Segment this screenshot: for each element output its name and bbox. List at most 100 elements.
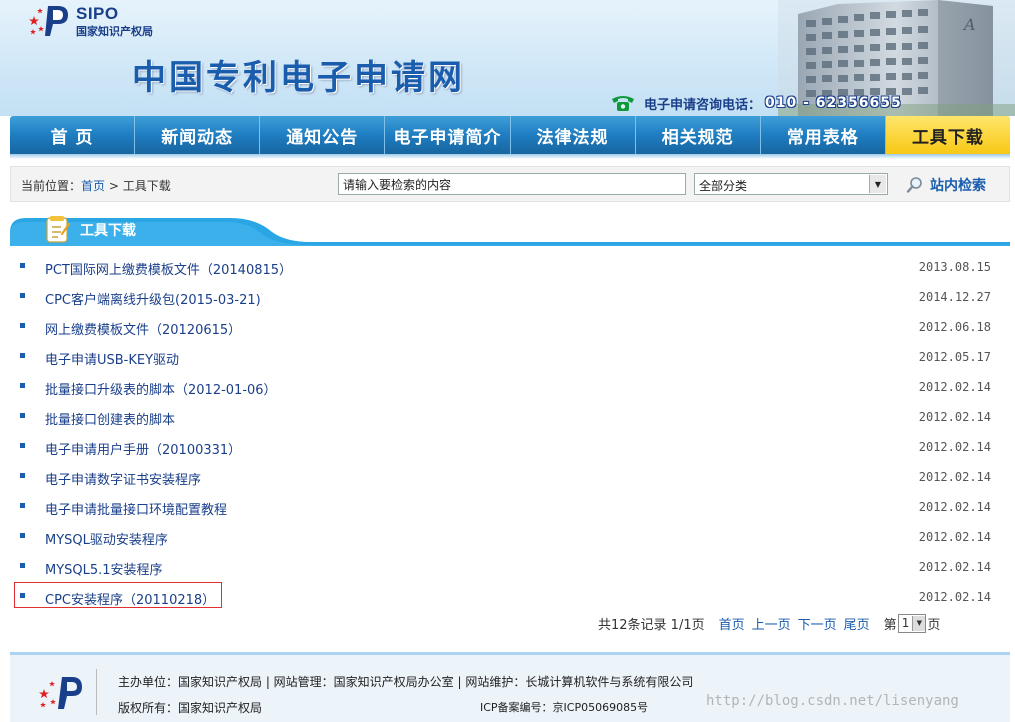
- nav-item-tools[interactable]: 工具下载: [885, 116, 1010, 154]
- list-item: PCT国际网上缴费模板文件（20140815） 2013.08.15: [10, 252, 1010, 282]
- pagination-prev[interactable]: 上一页: [752, 614, 791, 633]
- list-item: CPC客户端离线升级包(2015-03-21) 2014.12.27: [10, 282, 1010, 312]
- page-number-select[interactable]: 1 ▼: [897, 613, 927, 633]
- download-link[interactable]: MYSQL驱动安装程序: [45, 529, 168, 548]
- pagination-summary: 共12条记录 1/1页: [598, 617, 705, 633]
- download-date: 2012.02.14: [918, 470, 991, 484]
- download-date: 2012.02.14: [918, 500, 991, 514]
- download-date: 2012.06.18: [918, 320, 991, 334]
- site-footer: 主办单位：国家知识产权局 | 网站管理：国家知识产权局办公室 | 网站维护：长城…: [10, 652, 1010, 722]
- nav-item-news[interactable]: 新闻动态: [135, 116, 261, 154]
- breadcrumb-current: 工具下载: [122, 179, 171, 193]
- download-link[interactable]: 批量接口升级表的脚本（2012-01-06）: [45, 379, 277, 398]
- download-list: PCT国际网上缴费模板文件（20140815） 2013.08.15 CPC客户端…: [10, 252, 1010, 612]
- download-link[interactable]: 电子申请USB-KEY驱动: [45, 349, 179, 368]
- selection-highlight-box: [14, 582, 222, 608]
- download-link[interactable]: 批量接口创建表的脚本: [45, 409, 175, 428]
- download-date: 2012.02.14: [918, 590, 991, 604]
- category-select-value: 全部分类: [699, 179, 748, 193]
- bullet-icon: [20, 353, 25, 358]
- sipo-logo[interactable]: SIPO 国家知识产权局: [28, 2, 168, 40]
- nav-item-notices[interactable]: 通知公告: [260, 116, 386, 154]
- list-item: MYSQL驱动安装程序 2012.02.14: [10, 522, 1010, 552]
- page-number-value: 1: [901, 616, 910, 630]
- pagination-first[interactable]: 首页: [719, 614, 745, 633]
- footer-logo-icon: [39, 677, 82, 709]
- download-date: 2012.02.14: [918, 560, 991, 574]
- svg-text:A: A: [962, 15, 976, 34]
- footer-copyright: 版权所有：国家知识产权局: [118, 701, 263, 715]
- blog-watermark: http://blog.csdn.net/lisenyang: [706, 693, 959, 709]
- download-date: 2014.12.27: [918, 290, 991, 304]
- logo-text: SIPO: [76, 4, 119, 23]
- bullet-icon: [20, 443, 25, 448]
- bullet-icon: [20, 563, 25, 568]
- download-link[interactable]: 网上缴费模板文件（20120615）: [45, 319, 241, 338]
- chevron-down-icon[interactable]: ▼: [912, 615, 926, 631]
- footer-organizers: 主办单位：国家知识产权局 | 网站管理：国家知识产权局办公室 | 网站维护：长城…: [118, 675, 694, 689]
- site-search-label: 站内检索: [930, 178, 986, 194]
- download-link[interactable]: MYSQL5.1安装程序: [45, 559, 163, 578]
- pagination-page-suffix: 页: [927, 617, 941, 633]
- list-item: 电子申请数字证书安装程序 2012.02.14: [10, 462, 1010, 492]
- category-select[interactable]: 全部分类 ▼: [694, 173, 888, 195]
- list-item: 电子申请批量接口环境配置教程 2012.02.14: [10, 492, 1010, 522]
- list-item: MYSQL5.1安装程序 2012.02.14: [10, 552, 1010, 582]
- download-date: 2012.02.14: [918, 380, 991, 394]
- breadcrumb: 当前位置：首页 > 工具下载: [21, 177, 171, 194]
- notepad-icon: [46, 216, 71, 243]
- list-item: 批量接口创建表的脚本 2012.02.14: [10, 402, 1010, 432]
- breadcrumb-separator: >: [108, 179, 119, 193]
- site-header: SIPO 国家知识产权局 中国专利电子申请网 A 电子申请咨询电话： 010 -…: [0, 0, 1015, 116]
- bullet-icon: [20, 473, 25, 478]
- logo-emblem-icon: [29, 6, 68, 36]
- nav-shadow: [10, 154, 1010, 159]
- logo-subtitle: 国家知识产权局: [76, 25, 153, 38]
- download-link[interactable]: 电子申请数字证书安装程序: [45, 469, 201, 488]
- list-item: 电子申请用户手册（20100331） 2012.02.14: [10, 432, 1010, 462]
- bullet-icon: [20, 263, 25, 268]
- pagination: 共12条记录 1/1页 首页 上一页 下一页 尾页 第 1 ▼ 页: [598, 613, 940, 633]
- download-link[interactable]: 电子申请批量接口环境配置教程: [45, 499, 227, 518]
- download-date: 2012.02.14: [918, 440, 991, 454]
- nav-item-specs[interactable]: 相关规范: [636, 116, 761, 154]
- download-link[interactable]: PCT国际网上缴费模板文件（20140815）: [45, 259, 292, 278]
- bullet-icon: [20, 503, 25, 508]
- section-header: 工具下载: [10, 212, 1010, 246]
- hotline: 电子申请咨询电话： 010 - 62356655: [610, 93, 902, 113]
- nav-item-home[interactable]: 首 页: [10, 116, 136, 154]
- section-header-tab: [10, 218, 1010, 246]
- bullet-icon: [20, 383, 25, 388]
- site-title: 中国专利电子申请网: [132, 58, 465, 98]
- section-title: 工具下载: [80, 223, 136, 239]
- hotline-number: 010 - 62356655: [765, 95, 902, 111]
- site-search-button[interactable]: 站内检索: [906, 175, 986, 195]
- pagination-next[interactable]: 下一页: [798, 614, 837, 633]
- chevron-down-icon[interactable]: ▼: [869, 175, 886, 193]
- search-input[interactable]: [338, 173, 686, 195]
- bullet-icon: [20, 533, 25, 538]
- main-nav: 首 页 新闻动态 通知公告 电子申请简介 法律法规 相关规范 常用表格 工具下载: [10, 116, 1010, 154]
- download-link[interactable]: 电子申请用户手册（20100331）: [45, 439, 241, 458]
- breadcrumb-home-link[interactable]: 首页: [81, 179, 105, 193]
- nav-item-intro[interactable]: 电子申请简介: [385, 116, 511, 154]
- breadcrumb-prefix: 当前位置：: [21, 179, 82, 193]
- pagination-last[interactable]: 尾页: [844, 614, 870, 633]
- bullet-icon: [20, 293, 25, 298]
- download-date: 2012.02.14: [918, 410, 991, 424]
- download-date: 2012.02.14: [918, 530, 991, 544]
- hotline-label: 电子申请咨询电话：: [644, 97, 762, 113]
- list-item: 批量接口升级表的脚本（2012-01-06） 2012.02.14: [10, 372, 1010, 402]
- pagination-page-prefix: 第: [883, 617, 897, 633]
- search-bar: 当前位置：首页 > 工具下载 全部分类 ▼ 站内检索: [10, 166, 1010, 202]
- download-link[interactable]: CPC客户端离线升级包(2015-03-21): [45, 289, 261, 308]
- nav-item-laws[interactable]: 法律法规: [511, 116, 636, 154]
- bullet-icon: [20, 413, 25, 418]
- footer-divider: [96, 669, 97, 715]
- nav-item-forms[interactable]: 常用表格: [761, 116, 886, 154]
- bullet-icon: [20, 323, 25, 328]
- phone-icon: [612, 96, 634, 111]
- list-item: 电子申请USB-KEY驱动 2012.05.17: [10, 342, 1010, 372]
- search-icon: [906, 177, 922, 193]
- download-date: 2013.08.15: [918, 260, 991, 274]
